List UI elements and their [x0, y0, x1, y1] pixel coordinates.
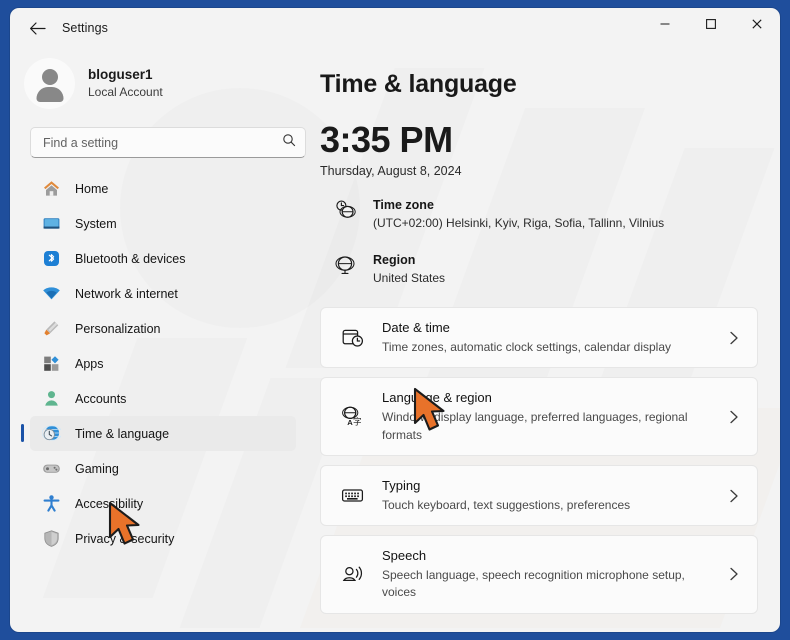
sidebar-item-personalization[interactable]: Personalization — [30, 311, 296, 346]
card-date-time[interactable]: Date & time Time zones, automatic clock … — [320, 307, 758, 369]
sidebar-item-gaming[interactable]: Gaming — [30, 451, 296, 486]
close-button[interactable] — [734, 8, 780, 40]
sidebar-item-label: Gaming — [75, 461, 119, 476]
current-date: Thursday, August 8, 2024 — [320, 163, 462, 178]
svg-text:字: 字 — [353, 415, 362, 427]
maximize-button[interactable] — [688, 8, 734, 40]
sidebar-item-label: Network & internet — [75, 286, 178, 301]
desktop-background: Settings bloguser1 Local Account Find a … — [0, 0, 790, 640]
settings-window: Settings bloguser1 Local Account Find a … — [10, 8, 780, 632]
card-subtitle: Speech language, speech recognition micr… — [382, 567, 685, 600]
time-zone-row: Time zone (UTC+02:00) Helsinki, Kyiv, Ri… — [320, 196, 758, 232]
settings-cards: Date & time Time zones, automatic clock … — [320, 307, 758, 614]
sidebar-item-label: Personalization — [75, 321, 161, 336]
card-typing[interactable]: Typing Touch keyboard, text suggestions,… — [320, 464, 758, 527]
monitor-icon — [41, 214, 61, 234]
info-title: Region — [373, 252, 416, 267]
app-title: Settings — [62, 21, 108, 35]
person-icon — [41, 389, 61, 409]
account-name: bloguser1 — [88, 66, 153, 82]
globe-clock-icon — [41, 424, 61, 444]
speech-icon — [337, 563, 367, 586]
search-box[interactable] — [30, 127, 306, 158]
language-globe-icon: A 字 — [337, 405, 367, 428]
sidebar-item-apps[interactable]: Apps — [30, 346, 296, 381]
minimize-button[interactable] — [642, 8, 688, 40]
sidebar-item-label: Home — [75, 181, 109, 196]
card-subtitle: Touch keyboard, text suggestions, prefer… — [382, 497, 631, 512]
current-time: 3:35 PM — [320, 119, 453, 160]
keyboard-icon — [337, 484, 367, 507]
calendar-clock-icon — [337, 326, 367, 349]
shield-icon — [41, 529, 61, 549]
main-content: Time & language 3:35 PM Thursday, August… — [310, 48, 780, 632]
card-subtitle: Time zones, automatic clock settings, ca… — [382, 339, 672, 354]
info-title: Time zone — [373, 197, 434, 212]
maximize-icon — [705, 18, 717, 30]
apps-blocks-icon — [41, 354, 61, 374]
accessibility-icon — [41, 494, 61, 514]
chevron-right-icon — [725, 409, 743, 425]
info-subtitle: (UTC+02:00) Helsinki, Kyiv, Riga, Sofia,… — [373, 215, 665, 230]
sidebar: bloguser1 Local Account Find a setting H… — [10, 48, 310, 632]
card-subtitle: Windows display language, preferred lang… — [382, 410, 688, 442]
sidebar-item-label: Time & language — [75, 426, 170, 441]
sidebar-item-accessibility[interactable]: Accessibility — [30, 486, 296, 521]
clock-globe-icon — [330, 196, 360, 221]
sidebar-item-label: Privacy & security — [75, 531, 175, 546]
paintbrush-icon — [41, 319, 61, 339]
sidebar-item-home[interactable]: Home — [30, 171, 296, 206]
chevron-right-icon — [725, 566, 743, 582]
close-icon — [751, 18, 763, 30]
search-input[interactable] — [43, 135, 282, 150]
avatar — [24, 58, 75, 109]
card-title: Language & region — [382, 390, 492, 406]
sidebar-item-network-internet[interactable]: Network & internet — [30, 276, 296, 311]
back-button[interactable] — [20, 13, 54, 43]
sidebar-item-system[interactable]: System — [30, 206, 296, 241]
chevron-right-icon — [725, 488, 743, 504]
info-subtitle: United States — [373, 271, 446, 286]
sidebar-item-privacy-security[interactable]: Privacy & security — [30, 521, 296, 556]
globe-icon — [330, 251, 360, 276]
sidebar-item-time-language[interactable]: Time & language — [21, 416, 296, 451]
window-controls — [642, 8, 780, 48]
minimize-icon — [659, 18, 671, 30]
bluetooth-icon — [41, 249, 61, 269]
sidebar-item-label: Accounts — [75, 391, 127, 406]
window-body: bloguser1 Local Account Find a setting H… — [10, 48, 780, 632]
home-icon — [41, 179, 61, 199]
sidebar-item-bluetooth-devices[interactable]: Bluetooth & devices — [30, 241, 296, 276]
card-speech[interactable]: Speech Speech language, speech recogniti… — [320, 535, 758, 614]
sidebar-item-label: System — [75, 216, 117, 231]
chevron-right-icon — [725, 330, 743, 346]
wifi-icon — [41, 284, 61, 304]
card-language-region[interactable]: A 字 Language & region Windows display la… — [320, 377, 758, 456]
back-arrow-icon — [29, 21, 46, 36]
card-title: Typing — [382, 477, 421, 493]
sidebar-item-label: Accessibility — [75, 496, 144, 511]
card-title: Speech — [382, 548, 427, 564]
sidebar-item-label: Bluetooth & devices — [75, 251, 186, 266]
card-title: Date & time — [382, 320, 450, 336]
title-bar: Settings — [10, 8, 780, 48]
region-row: Region United States — [320, 251, 758, 287]
account-block[interactable]: bloguser1 Local Account — [10, 50, 310, 119]
search-icon — [282, 133, 296, 152]
gamepad-icon — [41, 459, 61, 479]
account-type: Local Account — [88, 85, 163, 100]
page-title: Time & language — [320, 70, 517, 98]
sidebar-item-accounts[interactable]: Accounts — [30, 381, 296, 416]
sidebar-nav: Home System Bluetooth & devices Network … — [10, 171, 310, 556]
sidebar-item-label: Apps — [75, 356, 104, 371]
